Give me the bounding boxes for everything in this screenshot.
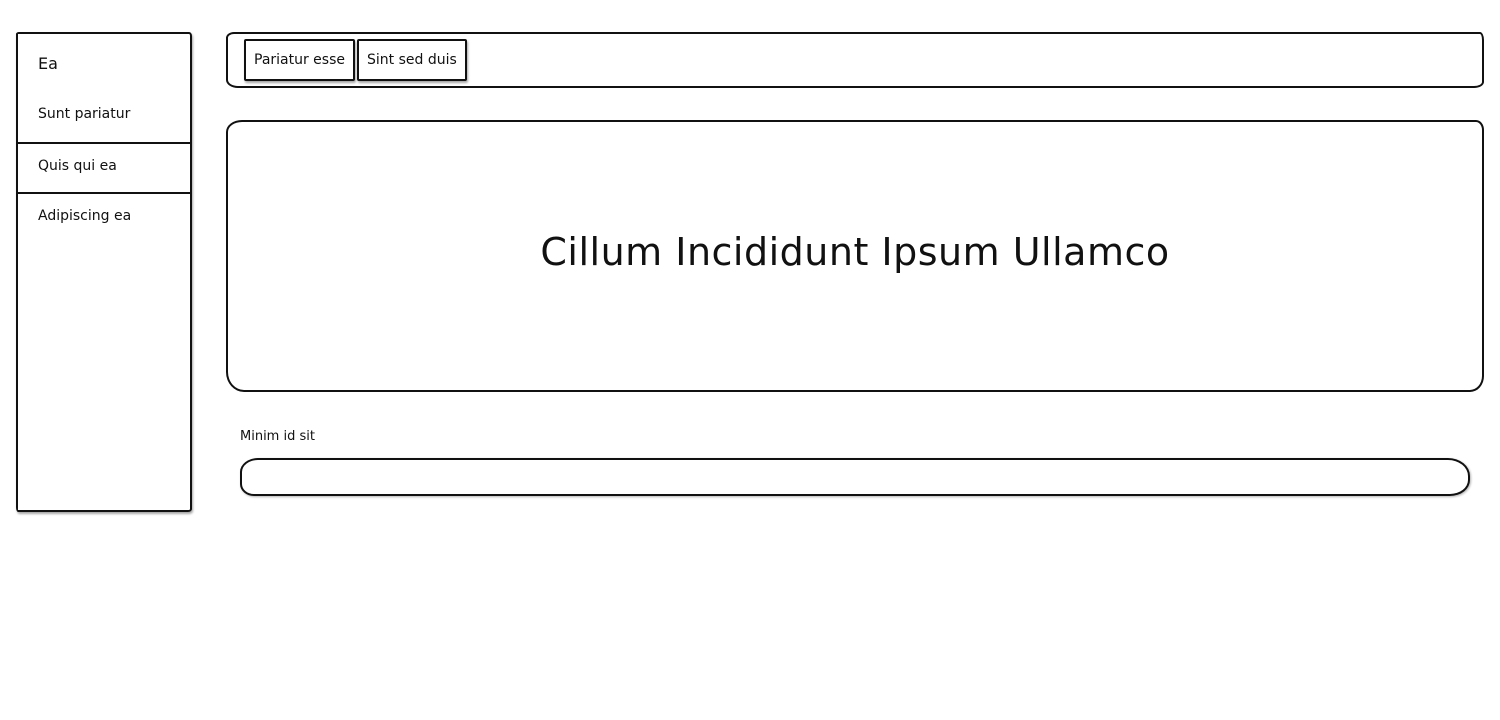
tab-pariatur-esse[interactable]: Pariatur esse <box>244 39 355 81</box>
tab-sint-sed-duis[interactable]: Sint sed duis <box>357 39 467 81</box>
sidebar-list: Sunt pariatur Quis qui ea Adipiscing ea <box>18 92 190 242</box>
field-label: Minim id sit <box>240 429 315 444</box>
sidebar-item-adipiscing-ea[interactable]: Adipiscing ea <box>18 192 190 242</box>
hero-title: Cillum Incididunt Ipsum Ullamco <box>540 230 1170 274</box>
sidebar-title: Ea <box>38 54 58 73</box>
hero-panel: Cillum Incididunt Ipsum Ullamco <box>226 120 1484 392</box>
sidebar-item-sunt-pariatur[interactable]: Sunt pariatur <box>18 92 190 142</box>
top-bar: Pariatur esse Sint sed duis <box>226 32 1484 88</box>
sidebar-item-quis-qui-ea[interactable]: Quis qui ea <box>18 142 190 192</box>
minim-id-sit-input[interactable] <box>240 458 1470 496</box>
sidebar: Ea Sunt pariatur Quis qui ea Adipiscing … <box>16 32 192 512</box>
tab-row: Pariatur esse Sint sed duis <box>244 39 467 81</box>
